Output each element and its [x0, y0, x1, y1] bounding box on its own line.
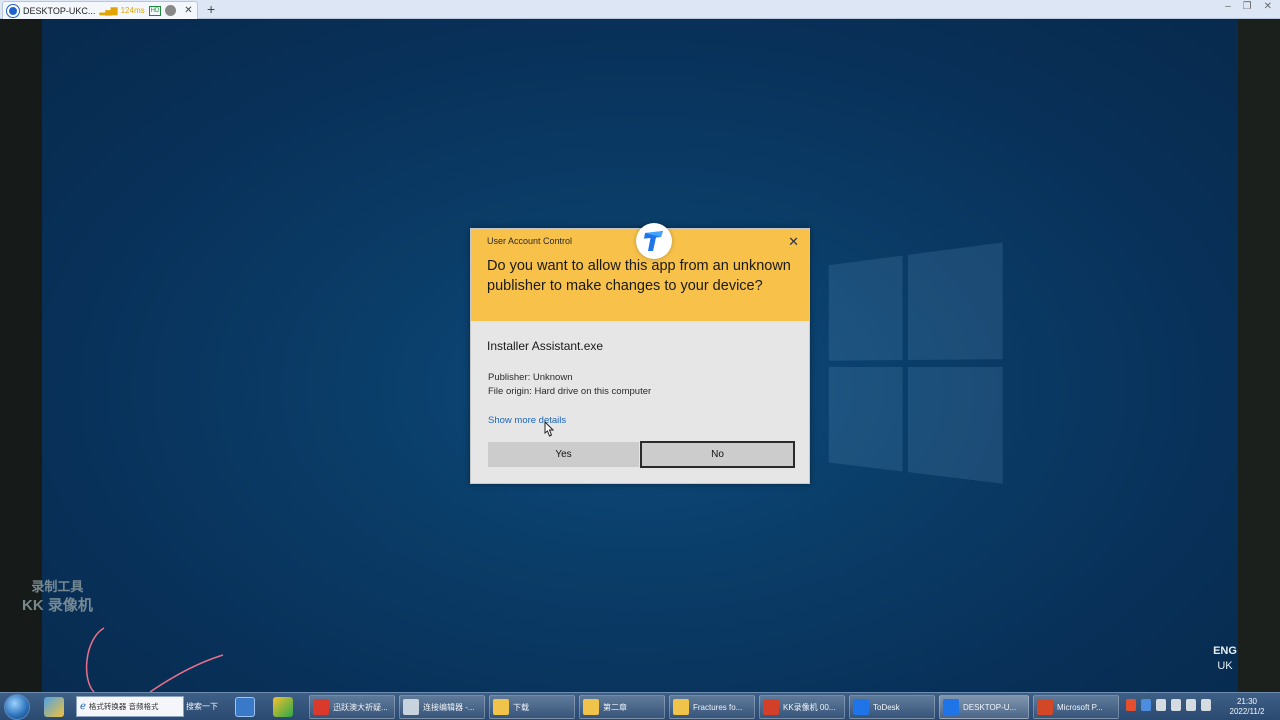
kk-recorder-icon: [763, 699, 779, 715]
taskbar-button[interactable]: 第二章: [579, 695, 665, 719]
taskbar-button-label: 第二章: [603, 702, 627, 712]
taskbar: ℯ 格式转换器 音频格式 搜索一下 迅跃澳大祈疑... 连接编辑器 -... 下载 第…: [0, 692, 1280, 720]
language-code: ENG: [1213, 645, 1237, 657]
signal-strength-icon: ▂▄▆: [99, 5, 117, 15]
taskbar-button[interactable]: 下载: [489, 695, 575, 719]
folder-icon: [673, 699, 689, 715]
uac-details: Publisher: Unknown File origin: Hard dri…: [488, 371, 651, 399]
start-button[interactable]: [4, 694, 30, 720]
tab-close-icon[interactable]: ✕: [184, 5, 192, 16]
uac-question: Do you want to allow this app from an un…: [487, 258, 791, 294]
settings-icon[interactable]: [1156, 699, 1166, 711]
search-field-text: 格式转换器 音频格式: [88, 702, 159, 711]
windows-wallpaper-logo: [828, 242, 1003, 492]
recorder-watermark: 录制工具 KK 录像机: [22, 577, 93, 615]
folder-icon: [493, 699, 509, 715]
uac-caption: User Account Control: [487, 236, 573, 246]
todesk-overlay-icon[interactable]: [636, 223, 672, 259]
taskbar-button[interactable]: Fractures fo...: [669, 695, 755, 719]
taskbar-button-label: 下载: [513, 702, 529, 712]
taskbar-button[interactable]: ToDesk: [849, 695, 935, 719]
media-player-icon[interactable]: [273, 697, 293, 717]
remote-tab-title: DESKTOP-UKC...: [23, 5, 96, 16]
search-button[interactable]: 搜索一下: [186, 696, 218, 717]
volume-icon[interactable]: [1186, 699, 1196, 711]
language-region: UK: [1217, 660, 1233, 672]
taskbar-search-field[interactable]: ℯ 格式转换器 音频格式: [76, 696, 184, 717]
publisher-line: Publisher: Unknown: [488, 372, 573, 383]
clock-app-icon: [403, 699, 419, 715]
taskbar-button-label: KK录像机 00...: [783, 702, 836, 712]
taskbar-button-label: 连接编辑器 -...: [423, 702, 475, 712]
hd-quality-badge[interactable]: HD: [148, 5, 162, 16]
input-language-indicator[interactable]: ENG UK: [1204, 644, 1238, 674]
yes-button[interactable]: Yes: [488, 442, 639, 467]
taskbar-button[interactable]: DESKTOP-U...: [939, 695, 1029, 719]
taskbar-button[interactable]: Microsoft P...: [1033, 695, 1119, 719]
pen-annotation-stroke: [85, 627, 224, 693]
taskbar-clock[interactable]: 21:30 2022/11/2: [1218, 697, 1276, 717]
taskbar-button-label: 迅跃澳大祈疑...: [333, 702, 388, 712]
network-icon[interactable]: [1171, 699, 1181, 711]
taskbar-button[interactable]: 迅跃澳大祈疑...: [309, 695, 395, 719]
window-controls: – ❐ ✕: [1225, 1, 1272, 12]
chrome-icon: [313, 699, 329, 715]
remote-tab-strip: DESKTOP-UKC... ▂▄▆ 124ms HD ✕ + – ❐ ✕: [0, 0, 1280, 19]
action-center-icon[interactable]: [1201, 699, 1211, 711]
clock-time: 21:30: [1236, 697, 1258, 706]
watermark-line-1: 录制工具: [31, 579, 84, 594]
record-icon[interactable]: [165, 5, 177, 16]
todesk-logo-icon: [7, 4, 19, 17]
clock-date: 2022/11/2: [1229, 707, 1265, 716]
latency-readout: 124ms: [120, 6, 145, 15]
todesk-icon: [853, 699, 869, 715]
todesk-icon: [943, 699, 959, 715]
taskbar-button-label: DESKTOP-U...: [963, 702, 1017, 712]
ie-icon: ℯ: [80, 701, 86, 712]
no-button[interactable]: No: [640, 441, 795, 468]
mouse-pointer-icon: [544, 421, 555, 437]
help-icon[interactable]: [1141, 699, 1151, 711]
taskbar-button-label: Microsoft P...: [1057, 702, 1103, 712]
new-tab-button[interactable]: +: [207, 1, 215, 17]
taskbar-button[interactable]: KK录像机 00...: [759, 695, 845, 719]
taskbar-button[interactable]: 连接编辑器 -...: [399, 695, 485, 719]
powerpoint-icon: [1037, 699, 1053, 715]
taskbar-button-label: ToDesk: [873, 702, 900, 712]
remote-session-tab[interactable]: DESKTOP-UKC... ▂▄▆ 124ms HD ✕: [2, 1, 198, 19]
file-origin-line: File origin: Hard drive on this computer: [488, 386, 652, 397]
system-tray: [1126, 699, 1211, 711]
uac-dialog: User Account Control ✕ Do you want to al…: [470, 223, 810, 484]
uac-app-name: Installer Assistant.exe: [487, 339, 604, 353]
folder-icon: [583, 699, 599, 715]
show-desktop-icon[interactable]: [235, 697, 255, 717]
letterbox-right: [1238, 19, 1280, 692]
quick-launch-icon[interactable]: [44, 697, 64, 717]
minimize-button[interactable]: –: [1225, 1, 1231, 12]
restore-button[interactable]: ❐: [1243, 1, 1252, 12]
ime-icon[interactable]: [1126, 699, 1136, 711]
window-close-button[interactable]: ✕: [1264, 1, 1272, 12]
screen: DESKTOP-UKC... ▂▄▆ 124ms HD ✕ + – ❐ ✕ EN…: [0, 0, 1280, 720]
taskbar-button-label: Fractures fo...: [693, 702, 743, 712]
close-icon[interactable]: ✕: [788, 234, 799, 250]
watermark-line-2: KK 录像机: [22, 597, 93, 614]
